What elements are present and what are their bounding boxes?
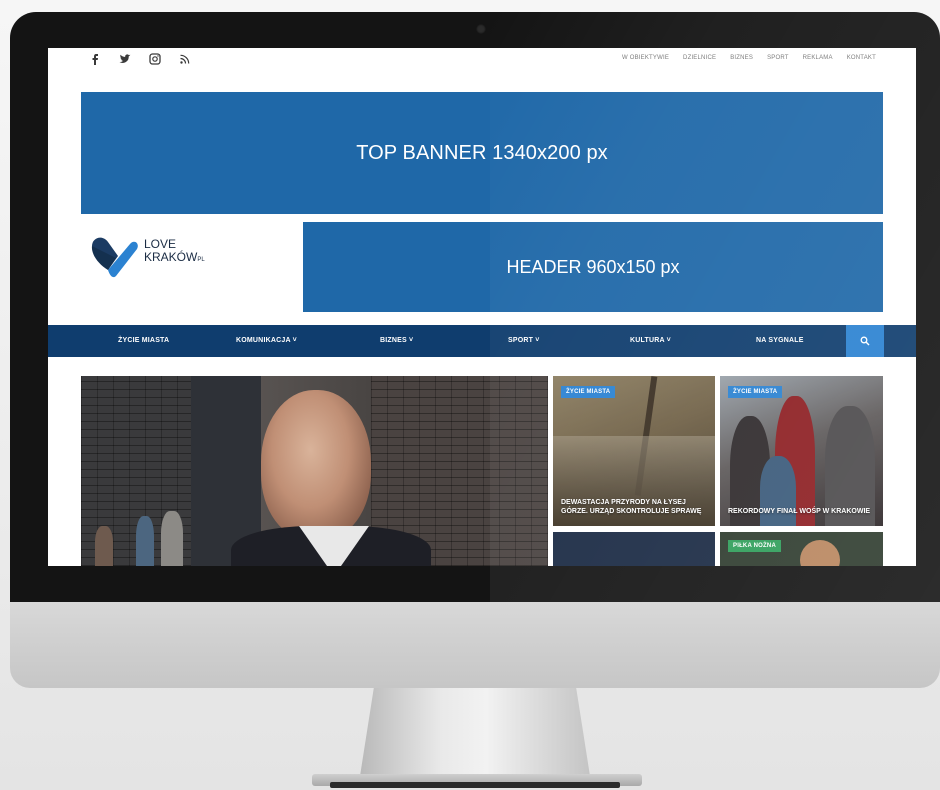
monitor-chin <box>10 602 940 688</box>
rss-icon[interactable] <box>178 52 192 66</box>
logo-suffix: PL <box>197 257 205 263</box>
article-tile[interactable]: ŻYCIE MIASTA DEWASTACJA PRZYRODY NA ŁYSE… <box>553 376 715 526</box>
search-icon <box>860 336 870 346</box>
category-badge[interactable]: PIŁKA NOŻNA <box>728 540 781 552</box>
header-banner-ad[interactable]: HEADER 960x150 px <box>303 222 883 312</box>
nav-item-kultura[interactable]: KULTURA ˅ <box>630 325 671 357</box>
nav-item-sport[interactable]: SPORT ˅ <box>508 325 540 357</box>
logo-wordmark: LOVE KRAKÓWPL <box>144 238 205 267</box>
instagram-icon[interactable] <box>148 52 162 66</box>
topnav-item-biznes[interactable]: BIZNES <box>730 55 753 61</box>
category-badge[interactable]: ŻYCIE MIASTA <box>561 386 616 398</box>
facebook-icon[interactable] <box>88 52 102 66</box>
monitor-stand-foot-edge <box>330 782 620 788</box>
main-navigation: ŻYCIE MIASTA KOMUNIKACJA ˅ BIZNES ˅ SPOR… <box>48 325 916 357</box>
article-tile[interactable] <box>553 532 715 566</box>
category-badge[interactable]: ŻYCIE MIASTA <box>728 386 783 398</box>
top-banner-ad[interactable]: TOP BANNER 1340x200 px <box>81 92 883 214</box>
hero-article[interactable] <box>81 376 548 566</box>
header-banner-label: HEADER 960x150 px <box>506 256 680 277</box>
article-title[interactable]: DEWASTACJA PRZYRODY NA ŁYSEJ GÓRZE. URZĄ… <box>561 498 707 516</box>
twitter-icon[interactable] <box>118 52 132 66</box>
logo-line-krakow: KRAKÓW <box>144 250 198 264</box>
topnav-item-dzielnice[interactable]: DZIELNICE <box>683 55 716 61</box>
nav-item-biznes[interactable]: BIZNES ˅ <box>380 325 413 357</box>
article-tile[interactable]: PIŁKA NOŻNA <box>720 532 883 566</box>
topnav-item-reklama[interactable]: REKLAMA <box>803 55 833 61</box>
heart-logo-icon <box>91 237 138 278</box>
article-tile[interactable]: ŻYCIE MIASTA REKORDOWY FINAŁ WOŚP W KRAK… <box>720 376 883 526</box>
nav-item-na-sygnale[interactable]: NA SYGNALE <box>756 325 804 357</box>
topnav-item-kontakt[interactable]: KONTAKT <box>847 55 876 61</box>
topnav-item-w-obiektywie[interactable]: W OBIEKTYWIE <box>622 55 669 61</box>
hero-passerby <box>95 526 113 566</box>
top-navigation: W OBIEKTYWIE DZIELNICE BIZNES SPORT REKL… <box>622 55 876 61</box>
monitor-stand <box>360 688 590 776</box>
tile-person-head <box>800 540 840 566</box>
search-button[interactable] <box>846 325 884 357</box>
social-links <box>88 52 192 66</box>
site-logo[interactable]: LOVE KRAKÓWPL <box>88 230 258 284</box>
top-bar: W OBIEKTYWIE DZIELNICE BIZNES SPORT REKL… <box>48 48 916 74</box>
website-screen: W OBIEKTYWIE DZIELNICE BIZNES SPORT REKL… <box>48 48 916 566</box>
nav-item-komunikacja[interactable]: KOMUNIKACJA ˅ <box>236 325 297 357</box>
topnav-item-sport[interactable]: SPORT <box>767 55 789 61</box>
nav-item-zycie-miasta[interactable]: ŻYCIE MIASTA <box>118 325 169 357</box>
hero-person-head <box>261 390 371 540</box>
hero-passerby <box>136 516 154 566</box>
article-title[interactable]: REKORDOWY FINAŁ WOŚP W KRAKOWIE <box>728 507 875 516</box>
top-banner-label: TOP BANNER 1340x200 px <box>356 141 608 164</box>
camera-icon <box>476 24 486 34</box>
hero-passerby <box>161 511 183 566</box>
